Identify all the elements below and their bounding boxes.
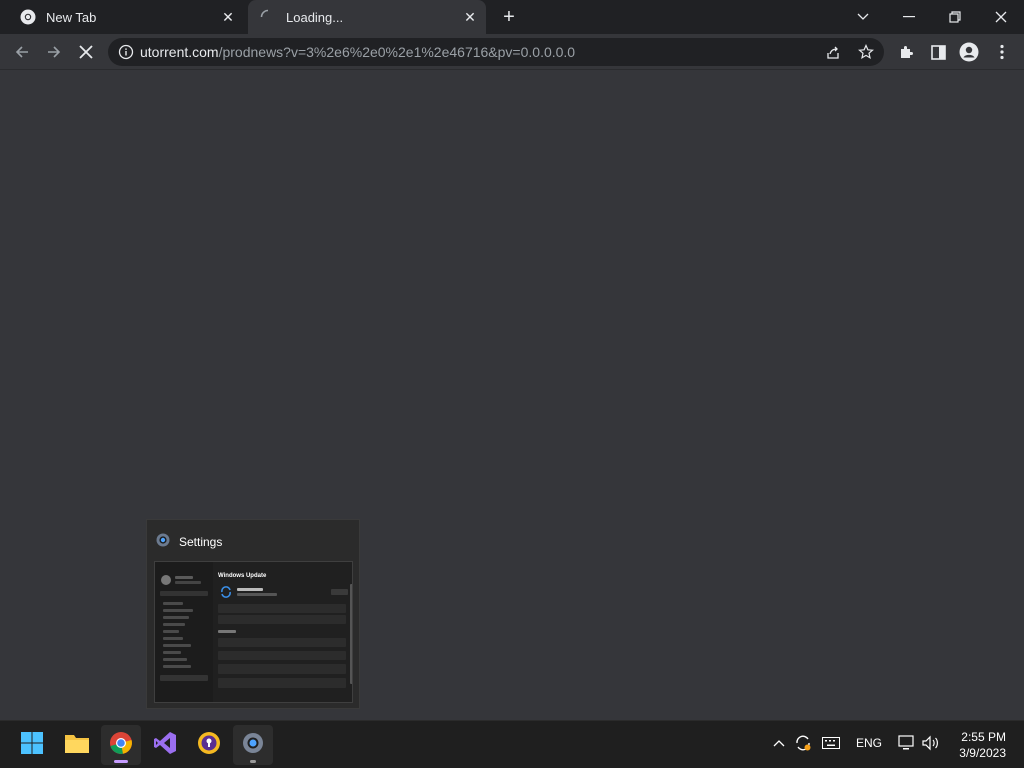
chrome-taskbar-button[interactable] (101, 725, 141, 765)
thumbnail-update-icon (220, 585, 232, 603)
network-icon[interactable] (897, 733, 917, 753)
url-path: /prodnews?v=3%2e6%2e0%2e1%2e46716&pv=0.0… (218, 44, 576, 60)
browser-toolbar: utorrent.com/prodnews?v=3%2e6%2e0%2e1%2e… (0, 34, 1024, 70)
clock-date: 3/9/2023 (959, 746, 1006, 760)
settings-taskbar-button[interactable] (233, 725, 273, 765)
file-explorer-button[interactable] (57, 725, 97, 765)
tab-loading[interactable]: Loading... ✕ (248, 0, 486, 34)
site-info-icon[interactable] (112, 44, 140, 60)
thumbnail-heading: Windows Update (218, 573, 267, 579)
menu-kebab-icon[interactable] (991, 41, 1013, 63)
tab-title: New Tab (46, 9, 97, 25)
side-panel-icon[interactable] (927, 41, 949, 63)
tab-title: Loading... (286, 9, 344, 25)
thumbnail-sidebar (155, 562, 213, 702)
language-indicator[interactable]: ENG (855, 733, 883, 753)
vpn-shield-icon (197, 731, 221, 760)
touch-keyboard-icon[interactable] (821, 733, 841, 753)
preview-thumbnail[interactable]: Windows Update (154, 561, 353, 703)
vpn-app-button[interactable] (189, 725, 229, 765)
windows-start-icon (21, 731, 43, 759)
loading-spinner-icon (260, 9, 276, 25)
clock-time: 2:55 PM (961, 730, 1006, 744)
url-host: utorrent.com (140, 44, 219, 60)
back-arrow-icon[interactable] (8, 38, 36, 66)
restore-icon[interactable] (932, 0, 978, 34)
sync-update-icon[interactable] (793, 733, 813, 753)
running-indicator (114, 760, 128, 763)
windows-taskbar: ENG 2:55 PM 3/9/2023 (0, 720, 1024, 768)
close-tab-icon[interactable]: ✕ (460, 7, 480, 27)
chrome-icon (20, 9, 36, 25)
address-bar[interactable]: utorrent.com/prodnews?v=3%2e6%2e0%2e1%2e… (108, 38, 884, 66)
extensions-icon[interactable] (895, 41, 917, 63)
volume-icon[interactable] (921, 733, 941, 753)
share-icon[interactable] (821, 42, 845, 62)
show-hidden-icons-chevron-icon[interactable] (771, 733, 787, 753)
tab-search-icon[interactable] (840, 0, 886, 34)
tab-strip: New Tab ✕ Loading... ✕ + (0, 0, 1024, 34)
url-text[interactable]: utorrent.com/prodnews?v=3%2e6%2e0%2e1%2e… (140, 44, 575, 60)
tab-new-tab[interactable]: New Tab ✕ (8, 0, 244, 34)
visual-studio-button[interactable] (145, 725, 185, 765)
close-tab-icon[interactable]: ✕ (218, 7, 238, 27)
file-explorer-icon (64, 732, 90, 759)
profile-avatar-icon[interactable] (958, 41, 980, 63)
stop-loading-icon[interactable] (72, 38, 100, 66)
preview-app-title: Settings (179, 534, 223, 549)
settings-window-preview[interactable]: Settings Windows Update (146, 519, 360, 709)
chrome-icon (109, 731, 133, 760)
settings-icon (241, 731, 265, 760)
clock[interactable]: 2:55 PM 3/9/2023 (959, 729, 1006, 761)
close-window-icon[interactable] (978, 0, 1024, 34)
bookmark-star-icon[interactable] (854, 42, 878, 62)
start-button[interactable] (12, 725, 52, 765)
running-indicator (250, 760, 256, 763)
minimize-icon[interactable] (886, 0, 932, 34)
preview-header: Settings (155, 532, 222, 551)
settings-gear-icon (155, 532, 171, 551)
forward-arrow-icon[interactable] (40, 38, 68, 66)
new-tab-button[interactable]: + (497, 5, 521, 29)
visual-studio-icon (153, 731, 177, 760)
